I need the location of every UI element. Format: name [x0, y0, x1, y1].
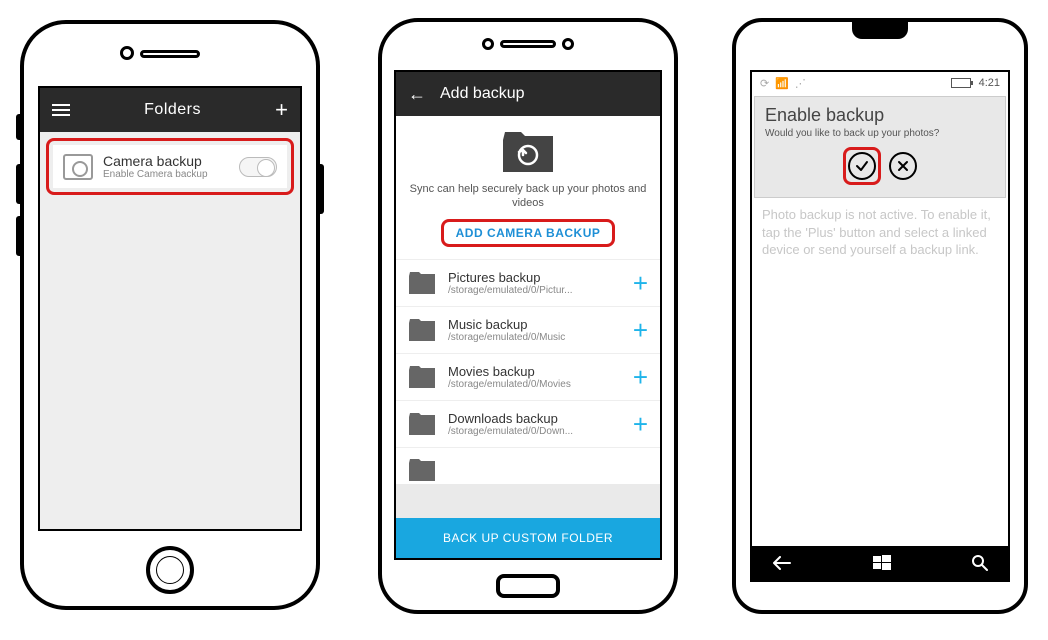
iphone-frame: Folders + Camera backup Enable Camera ba…	[20, 20, 320, 610]
folder-icon	[408, 271, 436, 295]
info-text: Photo backup is not active. To enable it…	[752, 200, 1008, 265]
battery-icon	[951, 78, 971, 88]
android-frame: ← Add backup Sync can help securely back…	[378, 18, 678, 614]
phone-notch	[852, 19, 908, 39]
add-icon[interactable]: +	[633, 411, 648, 437]
hero-section: Sync can help securely back up your phot…	[396, 116, 660, 259]
row-subtitle: /storage/emulated/0/Down...	[448, 426, 633, 437]
folder-icon	[408, 365, 436, 389]
status-time: 4:21	[979, 77, 1000, 89]
folder-icon	[408, 412, 436, 436]
phone-side-button	[16, 216, 24, 256]
windows-start-button[interactable]	[873, 554, 891, 572]
phone-speaker	[140, 50, 200, 58]
callout-highlight: Camera backup Enable Camera backup	[46, 138, 294, 195]
row-title: Movies backup	[448, 364, 633, 379]
row-title: Camera backup	[103, 153, 239, 169]
home-button[interactable]	[146, 546, 194, 594]
card-title: Enable backup	[765, 105, 995, 126]
card-actions	[765, 147, 995, 185]
camera-icon	[63, 154, 93, 180]
add-camera-backup-button[interactable]: ADD CAMERA BACKUP	[456, 226, 601, 240]
home-button[interactable]	[496, 574, 560, 598]
list-item[interactable]: Music backup /storage/emulated/0/Music +	[396, 306, 660, 353]
ios-header: Folders +	[40, 88, 300, 132]
back-button[interactable]	[772, 556, 792, 570]
search-icon	[972, 555, 988, 571]
add-icon[interactable]: +	[633, 364, 648, 390]
check-icon	[855, 159, 869, 173]
close-icon	[897, 160, 909, 172]
ios-header-title: Folders	[70, 101, 275, 119]
folder-icon	[408, 458, 436, 482]
phone-side-button	[16, 114, 24, 140]
list-item[interactable]: Movies backup /storage/emulated/0/Movies…	[396, 353, 660, 400]
phone-side-button	[316, 164, 324, 214]
windows-phone-frame: ⟳ 📶 ⋰ 4:21 Enable backup Would you like …	[732, 18, 1028, 614]
camera-backup-toggle[interactable]	[239, 157, 277, 177]
callout-highlight: ADD CAMERA BACKUP	[441, 219, 616, 247]
folder-icon	[408, 318, 436, 342]
phone-speaker	[500, 40, 556, 48]
row-texts: Camera backup Enable Camera backup	[103, 153, 239, 180]
android-header: ← Add backup	[396, 72, 660, 116]
row-title: Pictures backup	[448, 270, 633, 285]
backup-list: Pictures backup /storage/emulated/0/Pict…	[396, 259, 660, 518]
sync-status-icon: ⟳	[760, 77, 769, 90]
row-subtitle: Enable Camera backup	[103, 169, 239, 180]
backup-custom-folder-button[interactable]: BACK UP CUSTOM FOLDER	[396, 518, 660, 558]
add-icon[interactable]: +	[275, 97, 288, 123]
row-subtitle: /storage/emulated/0/Movies	[448, 379, 633, 390]
sync-folder-icon	[501, 130, 555, 174]
row-title: Music backup	[448, 317, 633, 332]
windows-screen: ⟳ 📶 ⋰ 4:21 Enable backup Would you like …	[750, 70, 1010, 582]
android-header-title: Add backup	[440, 85, 525, 103]
row-subtitle: /storage/emulated/0/Pictur...	[448, 285, 633, 296]
search-button[interactable]	[972, 555, 988, 571]
ios-screen: Folders + Camera backup Enable Camera ba…	[38, 86, 302, 531]
back-icon[interactable]: ←	[408, 84, 426, 105]
confirm-button[interactable]	[848, 152, 876, 180]
phone-sensor	[482, 38, 494, 50]
row-subtitle: /storage/emulated/0/Music	[448, 332, 633, 343]
menu-icon[interactable]	[52, 109, 70, 111]
list-item[interactable]	[396, 447, 660, 484]
windows-nav-bar	[752, 546, 1008, 580]
phone-side-button	[16, 164, 24, 204]
row-title: Downloads backup	[448, 411, 633, 426]
enable-backup-card: Enable backup Would you like to back up …	[754, 96, 1006, 198]
android-screen: ← Add backup Sync can help securely back…	[394, 70, 662, 560]
hero-text: Sync can help securely back up your phot…	[406, 182, 650, 211]
add-icon[interactable]: +	[633, 317, 648, 343]
add-icon[interactable]: +	[633, 270, 648, 296]
windows-logo-icon	[873, 554, 891, 572]
wifi-icon: ⋰	[795, 77, 806, 90]
cancel-button[interactable]	[889, 152, 917, 180]
back-arrow-icon	[772, 556, 792, 570]
signal-icon: 📶	[775, 77, 789, 90]
card-subtitle: Would you like to back up your photos?	[765, 128, 995, 139]
list-item[interactable]: Pictures backup /storage/emulated/0/Pict…	[396, 259, 660, 306]
callout-highlight	[843, 147, 881, 185]
phone-sensor	[562, 38, 574, 50]
phone-front-camera	[120, 46, 134, 60]
list-item[interactable]: Downloads backup /storage/emulated/0/Dow…	[396, 400, 660, 447]
camera-backup-row[interactable]: Camera backup Enable Camera backup	[53, 145, 287, 188]
status-bar: ⟳ 📶 ⋰ 4:21	[752, 72, 1008, 94]
